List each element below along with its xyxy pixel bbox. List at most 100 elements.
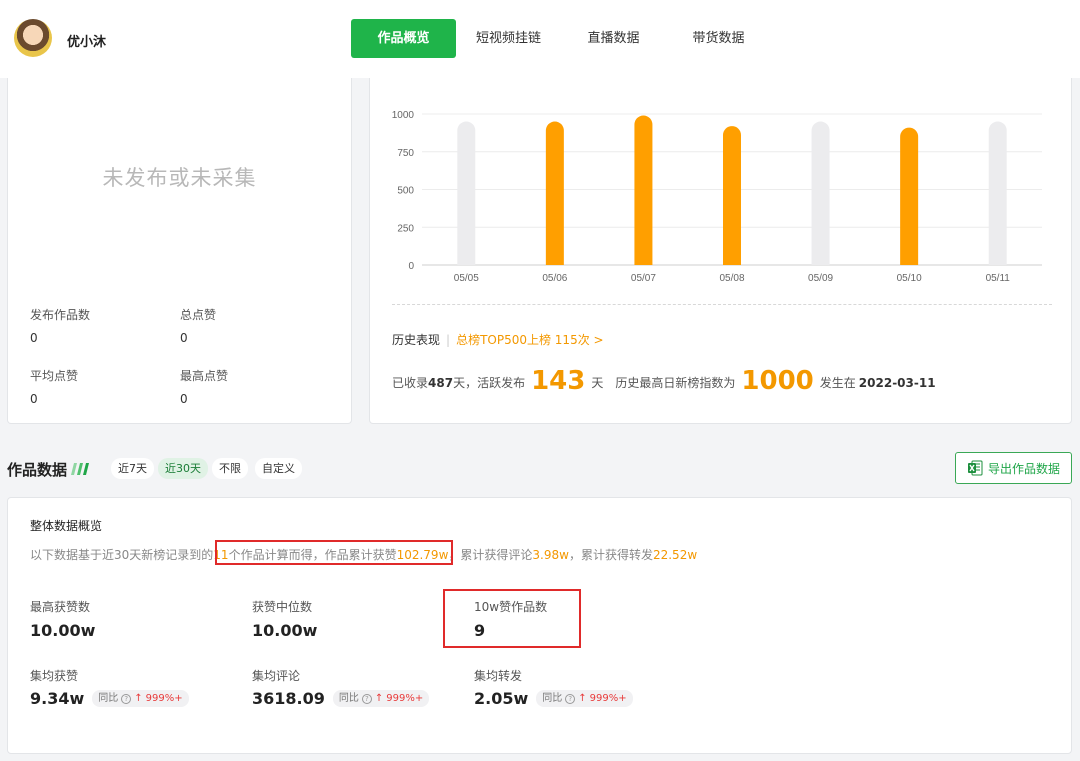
bar	[900, 127, 919, 266]
overview-title: 整体数据概览	[30, 519, 103, 533]
metric-value: 10.00w	[252, 621, 318, 640]
history-label: 历史表现	[392, 333, 441, 347]
section-decor-icon	[71, 463, 89, 475]
bar	[723, 126, 741, 265]
x-tick-label: 05/09	[808, 273, 833, 284]
stat-label: 总点赞	[180, 308, 217, 322]
avatar[interactable]	[14, 19, 52, 57]
daily-index-bar-chart: 1000 750 500 250 0 05/05 05/06 05/07 05/08 05/09 0…	[392, 110, 1042, 284]
stat-total-likes: 总点赞 0	[180, 306, 216, 345]
metric-value: 2.05w	[474, 689, 529, 708]
y-tick-label: 250	[397, 223, 414, 234]
metric-avg-comments: 集均评论 3618.09 同比? ↑ 999%+	[252, 667, 430, 708]
top500-link[interactable]: 总榜TOP500上榜 115次 >	[456, 333, 604, 347]
excel-icon	[967, 460, 983, 476]
metric-label: 集均转发	[474, 669, 523, 683]
bar	[545, 121, 564, 265]
up-arrow-icon: ↑	[374, 693, 384, 704]
metric-label: 获赞中位数	[252, 600, 313, 614]
stat-value: 0	[180, 331, 188, 345]
tab-sales-data[interactable]: 带货数据	[666, 19, 771, 58]
export-label: 导出作品数据	[987, 461, 1060, 476]
max-index-label: 历史最高日新榜指数为	[615, 376, 736, 390]
tab-short-video-links[interactable]: 短视频挂链	[456, 19, 561, 58]
export-works-button[interactable]: 导出作品数据	[955, 452, 1072, 484]
section-title: 作品数据	[7, 461, 68, 479]
recorded-prefix: 已收录	[392, 376, 429, 390]
help-icon[interactable]: ?	[565, 693, 576, 704]
x-tick-label: 05/08	[719, 273, 744, 284]
stat-value: 0	[30, 392, 38, 406]
y-tick-label: 1000	[392, 110, 415, 121]
metric-median-likes: 获赞中位数 10.00w	[252, 598, 317, 640]
stat-max-likes: 最高点赞 0	[180, 367, 228, 406]
help-icon[interactable]: ?	[121, 693, 132, 704]
stat-value: 0	[30, 331, 38, 345]
filter-custom[interactable]: 自定义	[255, 458, 302, 479]
y-tick-label: 750	[397, 148, 414, 159]
up-arrow-icon: ↑	[134, 693, 143, 704]
tab-works-overview[interactable]: 作品概览	[351, 19, 456, 58]
summary-comments: 3.98w	[532, 548, 569, 562]
ranking-chart-panel: 1000 750 500 250 0 05/05 05/06 05/07 05/08 05/09 0…	[369, 78, 1072, 424]
x-tick-label: 05/07	[631, 273, 656, 284]
divider: |	[446, 333, 451, 347]
yoy-badge: 同比? ↑ 999%+	[332, 690, 430, 707]
overall-data-panel: 整体数据概览 以下数据基于近30天新榜记录到的11个作品计算而得，作品累计获赞1…	[7, 497, 1072, 754]
stat-value: 0	[180, 392, 188, 406]
filter-7-days[interactable]: 近7天	[111, 458, 154, 479]
date-prefix: 发生在	[819, 376, 856, 390]
metric-value: 9.34w	[30, 689, 85, 708]
top-bar: 优小沐 作品概览 短视频挂链 直播数据 带货数据	[0, 0, 1080, 78]
summary-text: 以下数据基于近30天新榜记录到的	[30, 548, 214, 562]
x-tick-label: 05/05	[454, 273, 479, 284]
stat-label: 发布作品数	[30, 308, 91, 322]
yoy-badge: 同比? ↑ 999%+	[92, 690, 189, 707]
metric-label: 集均获赞	[30, 669, 79, 683]
filter-30-days[interactable]: 近30天	[158, 458, 208, 479]
x-tick-label: 05/11	[986, 273, 1011, 284]
metric-value: 10.00w	[30, 621, 96, 640]
metric-max-likes: 最高获赞数 10.00w	[30, 598, 95, 640]
stat-average-likes: 平均点赞 0	[30, 367, 78, 406]
metric-value: 9	[474, 621, 486, 640]
metric-label: 集均评论	[252, 669, 301, 683]
filter-unlimited[interactable]: 不限	[212, 458, 248, 479]
yoy-label: 同比	[98, 693, 119, 704]
yoy-value: 999%+	[589, 693, 627, 704]
main-tabs: 作品概览 短视频挂链 直播数据 带货数据	[351, 19, 771, 58]
metric-label: 10w赞作品数	[474, 600, 548, 614]
x-tick-label: 05/10	[897, 273, 922, 284]
empty-bar	[811, 121, 830, 265]
stat-published-works: 发布作品数 0	[30, 306, 90, 345]
yoy-value: 999%+	[145, 693, 183, 704]
yoy-label: 同比	[542, 693, 563, 704]
y-tick-label: 0	[408, 261, 414, 272]
summary-text: ，累计获得转发	[568, 548, 653, 562]
metric-100k-likes-works: 10w赞作品数 9	[474, 598, 547, 640]
empty-state-message: 未发布或未采集	[102, 166, 257, 190]
yoy-value: 999%+	[386, 693, 424, 704]
metric-avg-shares: 集均转发 2.05w 同比? ↑ 999%+	[474, 667, 633, 708]
summary-shares: 22.52w	[652, 548, 698, 562]
help-icon[interactable]: ?	[361, 693, 372, 704]
bar	[634, 115, 653, 265]
yoy-badge: 同比? ↑ 999%+	[536, 690, 633, 707]
stat-label: 平均点赞	[30, 369, 79, 383]
stat-label: 最高点赞	[180, 369, 229, 383]
empty-bar	[988, 121, 1007, 265]
up-arrow-icon: ↑	[578, 693, 587, 704]
max-index-value: 1000	[741, 366, 814, 396]
recorded-suffix: 天，活跃发布	[453, 376, 526, 390]
metric-label: 最高获赞数	[30, 600, 91, 614]
works-summary-panel: 未发布或未采集 发布作品数 0 总点赞 0 平均点赞 0 最高点赞 0	[7, 78, 352, 424]
username: 优小沐	[67, 35, 107, 50]
record-row: 已收录 487 天，活跃发布 143 天 历史最高日新榜指数为 1000 发生在…	[392, 364, 936, 396]
metric-value: 3618.09	[252, 689, 325, 708]
y-tick-label: 500	[397, 186, 414, 197]
empty-bar	[457, 121, 476, 265]
active-days-value: 143	[531, 366, 586, 396]
highlight-box	[215, 540, 453, 565]
tab-live-data[interactable]: 直播数据	[561, 19, 666, 58]
summary-text: ，累计获得评论	[448, 548, 533, 562]
